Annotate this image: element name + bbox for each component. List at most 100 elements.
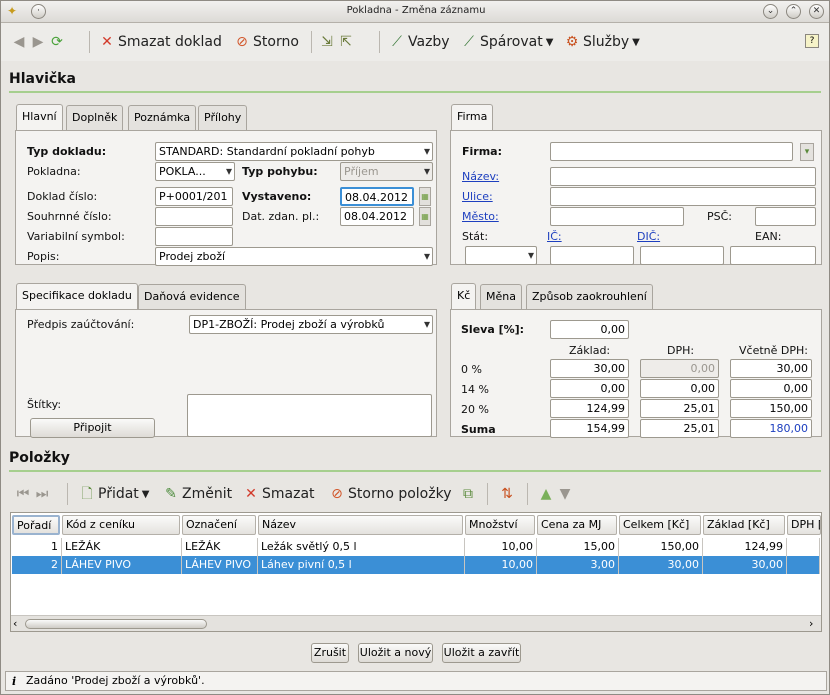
delete-item-button[interactable]: ✕ Smazat xyxy=(243,482,314,506)
attach-button[interactable]: Připojit xyxy=(30,418,155,438)
posting-select[interactable]: DP1-ZBOŽÍ: Prodej zboží a výrobků xyxy=(189,315,433,334)
edit-item-button[interactable]: ✎ Změnit xyxy=(163,482,232,506)
table-row[interactable]: 1 LEŽÁK LEŽÁK Ležák světlý 0,5 l 10,00 1… xyxy=(12,538,820,556)
firm-input[interactable] xyxy=(550,142,793,161)
last-icon[interactable]: ⏭ xyxy=(34,486,50,502)
scroll-left-icon[interactable]: ‹ xyxy=(13,617,17,630)
tab-tax-records[interactable]: Daňová evidence xyxy=(138,284,246,310)
horizontal-scrollbar[interactable]: ‹ › xyxy=(11,615,821,631)
maximize-icon[interactable]: ⌃ xyxy=(786,4,801,19)
status-text: Zadáno 'Prodej zboží a výrobků'. xyxy=(26,674,205,687)
minimize-icon[interactable]: ⌄ xyxy=(763,4,778,19)
doc-number-input[interactable]: P+0001/201 xyxy=(155,187,233,206)
firm-street-link[interactable]: Ulice: xyxy=(462,190,493,203)
refresh-icon[interactable]: ⟳ xyxy=(49,34,65,50)
move-type-select[interactable]: Příjem xyxy=(340,162,433,181)
ic-input[interactable] xyxy=(550,246,634,265)
tab-supplement[interactable]: Doplněk xyxy=(66,105,124,131)
dic-link[interactable]: DIČ: xyxy=(637,230,660,243)
move-down-icon[interactable]: ▼ xyxy=(557,486,573,502)
cell-label: LEŽÁK xyxy=(182,538,258,556)
col-header-unit-price[interactable]: Cena za MJ xyxy=(537,515,617,535)
vat-base-field[interactable]: 124,99 xyxy=(550,399,629,418)
copy-item-button[interactable]: ⧉ xyxy=(460,482,476,506)
tab-currency[interactable]: Měna xyxy=(480,284,522,310)
vat-amount-field[interactable]: 0,00 xyxy=(640,359,719,378)
col-header-code[interactable]: Kód z ceníku xyxy=(62,515,180,535)
links-button[interactable]: ⟋ Vazby xyxy=(389,30,450,54)
doc-type-select[interactable]: STANDARD: Standardní pokladní pohyb xyxy=(155,142,433,161)
add-item-button[interactable]: 🗋 Přidat ▼ xyxy=(79,482,149,506)
state-select[interactable] xyxy=(465,246,537,265)
export-icon[interactable]: ⇱ xyxy=(338,34,354,50)
zip-input[interactable] xyxy=(755,207,816,226)
save-and-new-button[interactable]: Uložit a nový xyxy=(358,643,433,663)
var-symbol-input[interactable] xyxy=(155,227,233,246)
scroll-right-icon[interactable]: › xyxy=(809,617,813,630)
vat-base-field[interactable]: 30,00 xyxy=(550,359,629,378)
vat-amount-field[interactable]: 0,00 xyxy=(640,379,719,398)
tab-main[interactable]: Hlavní xyxy=(16,104,63,131)
cashbox-select[interactable]: POKLA... xyxy=(155,162,235,181)
firm-city-link[interactable]: Město: xyxy=(462,210,499,223)
title-bar[interactable]: ✦ · Pokladna - Změna záznamu ⌄ ⌃ ✕ xyxy=(1,1,829,23)
sum-vat-field[interactable]: 25,01 xyxy=(640,419,719,438)
vat-total-field[interactable]: 150,00 xyxy=(730,399,812,418)
summary-number-input[interactable] xyxy=(155,207,233,226)
calendar-icon[interactable]: ▦ xyxy=(419,207,431,226)
ic-link[interactable]: IČ: xyxy=(547,230,562,243)
tags-area[interactable] xyxy=(187,394,432,437)
import-icon[interactable]: ⇲ xyxy=(319,34,335,50)
storno-button[interactable]: ⊘ Storno xyxy=(234,30,299,54)
vat-base-field[interactable]: 0,00 xyxy=(550,379,629,398)
discount-input[interactable]: 0,00 xyxy=(550,320,629,339)
cancel-button[interactable]: Zrušit xyxy=(311,643,349,663)
firm-name-input[interactable] xyxy=(550,167,816,186)
first-icon[interactable]: ⏮ xyxy=(15,486,31,502)
firm-select-icon[interactable]: ▾ xyxy=(800,143,814,161)
vat-amount-field[interactable]: 25,01 xyxy=(640,399,719,418)
tax-date-input[interactable]: 08.04.2012 xyxy=(340,207,414,226)
sum-total-field[interactable]: 180,00 xyxy=(730,419,812,438)
delete-doc-button[interactable]: ✕ Smazat doklad xyxy=(99,30,222,54)
close-icon[interactable]: ✕ xyxy=(809,4,824,19)
col-header-order[interactable]: Pořadí xyxy=(12,515,60,535)
tab-note[interactable]: Poznámka xyxy=(128,105,197,131)
firm-street-input[interactable] xyxy=(550,187,816,206)
table-row[interactable]: 2 LÁHEV PIVO LÁHEV PIVO Láhev pivní 0,5 … xyxy=(12,556,820,574)
dic-input[interactable] xyxy=(640,246,724,265)
storno-items-button[interactable]: ⊘ Storno položky xyxy=(329,482,451,506)
tab-attachments[interactable]: Přílohy xyxy=(198,105,248,131)
tab-rounding[interactable]: Způsob zaokrouhlení xyxy=(526,284,653,310)
firm-city-input[interactable] xyxy=(550,207,684,226)
sum-base-field[interactable]: 154,99 xyxy=(550,419,629,438)
issued-date-input[interactable]: 08.04.2012 xyxy=(340,187,414,206)
pair-button[interactable]: ⟋ Spárovat ▼ xyxy=(461,30,553,54)
save-and-close-button[interactable]: Uložit a zavřít xyxy=(442,643,521,663)
col-header-name[interactable]: Název xyxy=(258,515,463,535)
ean-input[interactable] xyxy=(730,246,816,265)
scroll-thumb[interactable] xyxy=(25,619,207,629)
description-input[interactable]: Prodej zboží xyxy=(155,247,433,266)
vat-total-field[interactable]: 0,00 xyxy=(730,379,812,398)
col-header-vat[interactable]: DPH [ xyxy=(787,515,821,535)
col-header-total[interactable]: Celkem [Kč] xyxy=(619,515,701,535)
section-divider xyxy=(9,470,821,472)
col-header-base[interactable]: Základ [Kč] xyxy=(703,515,785,535)
tab-doc-spec[interactable]: Specifikace dokladu xyxy=(16,283,138,310)
forward-icon[interactable]: ▶ xyxy=(30,34,46,50)
vat-total-field[interactable]: 30,00 xyxy=(730,359,812,378)
tab-czk[interactable]: Kč xyxy=(451,283,477,310)
calendar-icon[interactable]: ▦ xyxy=(419,187,431,206)
tab-firm[interactable]: Firma xyxy=(451,104,494,131)
col-header-label[interactable]: Označení xyxy=(182,515,256,535)
back-icon[interactable]: ◀ xyxy=(11,34,27,50)
pair-label: Spárovat xyxy=(480,34,543,50)
services-button[interactable]: ⚙ Služby ▼ xyxy=(564,30,640,54)
sort-button[interactable]: ⇅ xyxy=(499,482,515,506)
move-up-icon[interactable]: ▲ xyxy=(538,486,554,502)
help-icon[interactable]: ? xyxy=(805,34,819,48)
items-nav-group: ⏮ ⏭ xyxy=(15,482,50,506)
col-header-qty[interactable]: Množství xyxy=(465,515,535,535)
firm-name-link[interactable]: Název: xyxy=(462,170,499,183)
